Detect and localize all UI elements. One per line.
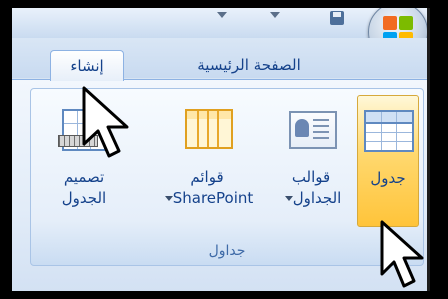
button-label: SharePoint	[172, 189, 254, 207]
contact-card-icon	[289, 111, 337, 149]
tab-label: إنشاء	[70, 57, 104, 75]
table-templates-button[interactable]: قوالب الجداول	[271, 95, 351, 233]
button-label: تصميم	[63, 168, 105, 186]
tab-label: الصفحة الرئيسية	[197, 56, 301, 74]
dropdown-arrow-icon	[284, 196, 293, 201]
sharepoint-list-icon	[185, 109, 233, 149]
mouse-pointer-icon	[380, 220, 424, 288]
undo-button[interactable]	[196, 11, 216, 29]
group-label: جداول	[208, 243, 246, 259]
chevron-down-icon[interactable]	[217, 12, 227, 18]
table-button[interactable]: جدول	[357, 95, 419, 227]
redo-button[interactable]	[250, 11, 270, 29]
save-button[interactable]	[328, 10, 348, 28]
ribbon-body: جدول قوالب الجداول قوائم SharePoint تصمي…	[12, 79, 430, 291]
chevron-down-icon[interactable]	[270, 12, 280, 18]
save-icon	[330, 11, 344, 25]
button-label: الجدول	[61, 189, 107, 207]
button-label: جدول	[370, 169, 406, 187]
table-icon	[364, 110, 414, 152]
button-label: الجداول	[292, 189, 342, 207]
tab-create[interactable]: إنشاء	[50, 50, 124, 81]
ribbon-tabs: الصفحة الرئيسية إنشاء	[12, 38, 430, 81]
access-window: الصفحة الرئيسية إنشاء جدول قوالب الجداول	[12, 8, 430, 291]
button-label: قوائم	[190, 168, 224, 186]
sharepoint-lists-button[interactable]: قوائم SharePoint	[149, 95, 265, 233]
button-label: قوالب	[291, 168, 331, 186]
dropdown-arrow-icon	[164, 196, 173, 201]
mouse-pointer-icon	[82, 86, 129, 158]
tab-home[interactable]: الصفحة الرئيسية	[164, 50, 334, 80]
